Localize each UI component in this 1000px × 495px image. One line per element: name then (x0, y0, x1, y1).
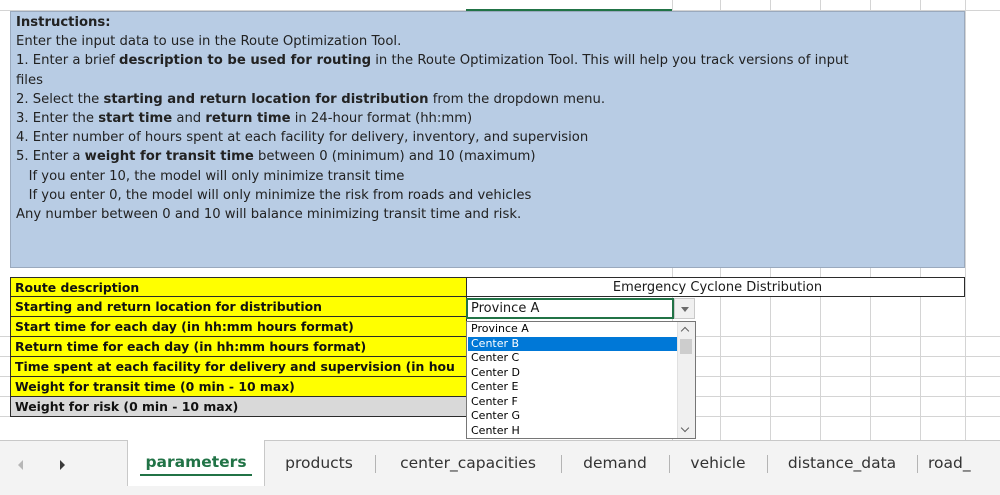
spreadsheet-grid[interactable]: Instructions: Enter the input data to us… (0, 0, 1000, 440)
tab-road[interactable]: road_ (918, 441, 1000, 485)
location-dropdown-list[interactable]: Province A Center B Center C Center D Ce… (466, 321, 696, 439)
instruction-step: files (16, 72, 43, 88)
time-spent-label[interactable]: Time spent at each facility for delivery… (10, 357, 467, 377)
caret-left-icon[interactable] (18, 460, 23, 470)
tab-center-capacities[interactable]: center_capacities (376, 441, 560, 485)
tab-distance-data[interactable]: distance_data (768, 441, 916, 485)
chevron-down-icon (681, 307, 689, 312)
dropdown-option[interactable]: Center F (468, 395, 678, 410)
dropdown-option[interactable]: Center H (468, 424, 678, 439)
transit-weight-label[interactable]: Weight for transit time (0 min - 10 max) (10, 377, 467, 397)
dropdown-option[interactable]: Center C (468, 351, 678, 366)
dropdown-option[interactable]: Center D (468, 366, 678, 381)
caret-right-icon[interactable] (60, 460, 65, 470)
sheet-tab-bar: parameters products center_capacities de… (0, 440, 1000, 495)
tab-parameters[interactable]: parameters (127, 440, 265, 486)
instruction-step: 4. Enter number of hours spent at each f… (16, 130, 589, 146)
instructions-box[interactable]: Instructions: Enter the input data to us… (10, 11, 965, 268)
scroll-up-icon[interactable] (678, 322, 695, 338)
gridline (965, 0, 966, 440)
instructions-heading: Instructions: (16, 15, 111, 30)
starting-location-label[interactable]: Starting and return location for distrib… (10, 297, 467, 317)
instruction-step: Any number between 0 and 10 will balance… (16, 207, 522, 223)
tab-vehicle[interactable]: vehicle (670, 441, 766, 485)
instruction-step: 1. Enter a brief description to be used … (16, 53, 849, 69)
tab-products[interactable]: products (264, 441, 374, 485)
dropdown-toggle-button[interactable] (674, 298, 695, 319)
route-description-label[interactable]: Route description (10, 277, 467, 297)
risk-weight-label[interactable]: Weight for risk (0 min - 10 max) (10, 397, 467, 417)
instruction-step: 3. Enter the start time and return time … (16, 111, 473, 127)
dropdown-option[interactable]: Center E (468, 380, 678, 395)
starting-location-select-cell[interactable]: Province A (466, 298, 674, 319)
dropdown-scrollbar[interactable] (677, 322, 695, 438)
route-description-cell[interactable]: Emergency Cyclone Distribution (467, 277, 965, 297)
param-row-route-description: Route description Emergency Cyclone Dist… (10, 277, 965, 297)
instruction-step: 2. Select the starting and return locati… (16, 91, 606, 107)
dropdown-option[interactable]: Province A (468, 322, 678, 337)
return-time-label[interactable]: Return time for each day (in hh:mm hours… (10, 337, 467, 357)
scrollbar-thumb[interactable] (680, 339, 692, 354)
dropdown-option[interactable]: Center G (468, 409, 678, 424)
instruction-step: If you enter 0, the model will only mini… (16, 187, 532, 203)
dropdown-option-selected[interactable]: Center B (468, 336, 678, 351)
tab-demand[interactable]: demand (562, 441, 668, 485)
scroll-down-icon[interactable] (678, 422, 695, 438)
start-time-label[interactable]: Start time for each day (in hh:mm hours … (10, 317, 467, 337)
instruction-step: 5. Enter a weight for transit time betwe… (16, 149, 536, 165)
instructions-intro: Enter the input data to use in the Route… (16, 34, 402, 50)
instruction-step: If you enter 10, the model will only min… (16, 168, 405, 184)
